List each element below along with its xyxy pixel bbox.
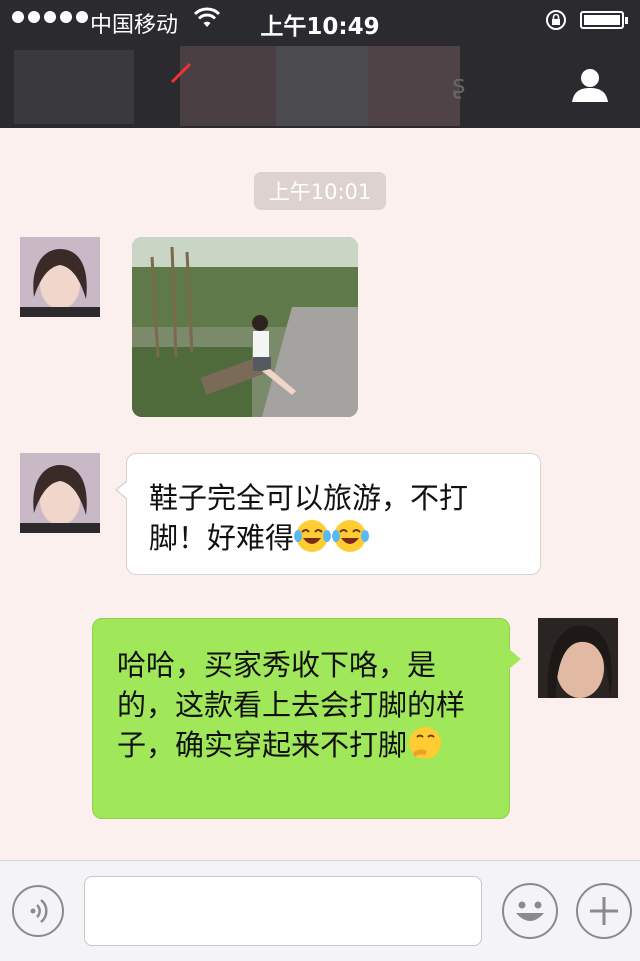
nav-bar: ʂ xyxy=(0,40,640,128)
message-timestamp: 上午10:01 xyxy=(254,172,386,210)
contact-avatar[interactable] xyxy=(20,237,100,317)
emoji-button[interactable] xyxy=(502,883,558,939)
back-button[interactable] xyxy=(14,50,134,124)
message-input[interactable] xyxy=(84,876,482,946)
received-message-bubble[interactable]: 鞋子完全可以旅游，不打脚！好难得 xyxy=(115,453,541,575)
contact-avatar[interactable] xyxy=(20,453,100,533)
ear-icon: ʂ xyxy=(452,70,466,100)
voice-icon xyxy=(30,899,48,923)
battery-icon xyxy=(580,11,628,29)
voice-button[interactable] xyxy=(12,885,64,937)
emoji-icon xyxy=(516,901,544,921)
profile-icon[interactable] xyxy=(570,66,610,106)
input-bar xyxy=(0,860,640,961)
laughing-crying-emoji-icon xyxy=(294,518,332,564)
status-bar: 中国移动 上午10:49 xyxy=(0,0,640,40)
more-button[interactable] xyxy=(576,883,632,939)
laughing-crying-emoji-icon xyxy=(332,518,370,564)
plus-icon xyxy=(590,897,618,925)
top-bar: 中国移动 上午10:49 ʂ xyxy=(0,0,640,128)
my-avatar[interactable] xyxy=(538,618,618,698)
sent-message-bubble[interactable]: 哈哈，买家秀收下咯，是的，这款看上去会打脚的样子，确实穿起来不打脚 xyxy=(92,618,521,819)
thinking-emoji-icon xyxy=(407,725,445,771)
shared-photo[interactable] xyxy=(132,237,358,417)
rotation-lock-icon xyxy=(546,10,566,30)
